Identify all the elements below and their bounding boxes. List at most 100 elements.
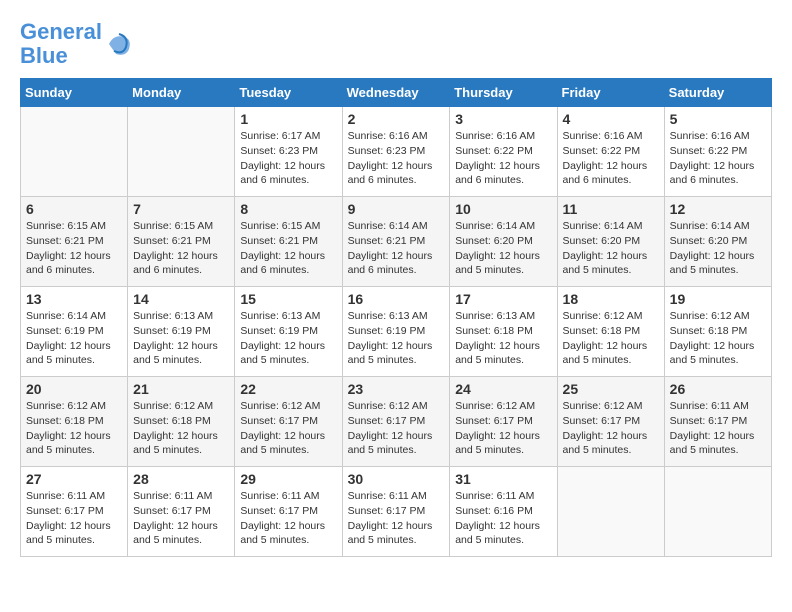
calendar-cell: 1 Sunrise: 6:17 AM Sunset: 6:23 PM Daylig…: [235, 107, 342, 197]
day-number: 18: [563, 291, 659, 307]
calendar-cell: 24 Sunrise: 6:12 AM Sunset: 6:17 PM Dayli…: [450, 377, 557, 467]
day-number: 22: [240, 381, 336, 397]
day-info: Sunrise: 6:13 AM Sunset: 6:18 PM Dayligh…: [455, 309, 551, 368]
weekday-header-row: SundayMondayTuesdayWednesdayThursdayFrid…: [21, 79, 772, 107]
day-info: Sunrise: 6:12 AM Sunset: 6:17 PM Dayligh…: [563, 399, 659, 458]
weekday-header-sunday: Sunday: [21, 79, 128, 107]
weekday-header-friday: Friday: [557, 79, 664, 107]
day-number: 2: [348, 111, 445, 127]
day-number: 12: [670, 201, 766, 217]
calendar-cell: 19 Sunrise: 6:12 AM Sunset: 6:18 PM Dayli…: [664, 287, 771, 377]
calendar-cell: 23Sunrise: 6:12 AM Sunset: 6:17 PM Dayli…: [342, 377, 450, 467]
calendar-cell: 29 Sunrise: 6:11 AM Sunset: 6:17 PM Dayli…: [235, 467, 342, 557]
calendar-cell: 5Sunrise: 6:16 AM Sunset: 6:22 PM Daylig…: [664, 107, 771, 197]
day-info: Sunrise: 6:11 AM Sunset: 6:17 PM Dayligh…: [670, 399, 766, 458]
logo-blue: Blue: [20, 43, 68, 68]
day-number: 31: [455, 471, 551, 487]
calendar-week-row: 6 Sunrise: 6:15 AM Sunset: 6:21 PM Daylig…: [21, 197, 772, 287]
day-number: 8: [240, 201, 336, 217]
day-info: Sunrise: 6:12 AM Sunset: 6:18 PM Dayligh…: [26, 399, 122, 458]
calendar-cell: 21 Sunrise: 6:12 AM Sunset: 6:18 PM Dayli…: [128, 377, 235, 467]
day-number: 24: [455, 381, 551, 397]
day-number: 13: [26, 291, 122, 307]
day-info: Sunrise: 6:12 AM Sunset: 6:18 PM Dayligh…: [133, 399, 229, 458]
day-number: 16: [348, 291, 445, 307]
day-number: 7: [133, 201, 229, 217]
calendar-cell: 28 Sunrise: 6:11 AM Sunset: 6:17 PM Dayli…: [128, 467, 235, 557]
calendar-cell: 31 Sunrise: 6:11 AM Sunset: 6:16 PM Dayli…: [450, 467, 557, 557]
day-info: Sunrise: 6:12 AM Sunset: 6:17 PM Dayligh…: [240, 399, 336, 458]
day-info: Sunrise: 6:16 AM Sunset: 6:22 PM Dayligh…: [455, 129, 551, 188]
day-info: Sunrise: 6:15 AM Sunset: 6:21 PM Dayligh…: [26, 219, 122, 278]
calendar-cell: [557, 467, 664, 557]
calendar-cell: 25Sunrise: 6:12 AM Sunset: 6:17 PM Dayli…: [557, 377, 664, 467]
calendar-cell: 27 Sunrise: 6:11 AM Sunset: 6:17 PM Dayli…: [21, 467, 128, 557]
day-info: Sunrise: 6:14 AM Sunset: 6:20 PM Dayligh…: [455, 219, 551, 278]
day-info: Sunrise: 6:12 AM Sunset: 6:18 PM Dayligh…: [670, 309, 766, 368]
calendar-cell: 13Sunrise: 6:14 AM Sunset: 6:19 PM Dayli…: [21, 287, 128, 377]
calendar-cell: 14 Sunrise: 6:13 AM Sunset: 6:19 PM Dayli…: [128, 287, 235, 377]
day-number: 20: [26, 381, 122, 397]
day-info: Sunrise: 6:11 AM Sunset: 6:17 PM Dayligh…: [26, 489, 122, 548]
day-info: Sunrise: 6:17 AM Sunset: 6:23 PM Dayligh…: [240, 129, 336, 188]
calendar-week-row: 27 Sunrise: 6:11 AM Sunset: 6:17 PM Dayli…: [21, 467, 772, 557]
day-number: 21: [133, 381, 229, 397]
calendar-cell: 11Sunrise: 6:14 AM Sunset: 6:20 PM Dayli…: [557, 197, 664, 287]
day-number: 28: [133, 471, 229, 487]
calendar-cell: 12 Sunrise: 6:14 AM Sunset: 6:20 PM Dayli…: [664, 197, 771, 287]
day-number: 19: [670, 291, 766, 307]
day-number: 17: [455, 291, 551, 307]
calendar-cell: 26 Sunrise: 6:11 AM Sunset: 6:17 PM Dayli…: [664, 377, 771, 467]
calendar-week-row: 20 Sunrise: 6:12 AM Sunset: 6:18 PM Dayli…: [21, 377, 772, 467]
calendar-cell: 8 Sunrise: 6:15 AM Sunset: 6:21 PM Daylig…: [235, 197, 342, 287]
day-info: Sunrise: 6:15 AM Sunset: 6:21 PM Dayligh…: [133, 219, 229, 278]
calendar-table: SundayMondayTuesdayWednesdayThursdayFrid…: [20, 78, 772, 557]
logo-icon: [104, 29, 134, 59]
calendar-cell: 9Sunrise: 6:14 AM Sunset: 6:21 PM Daylig…: [342, 197, 450, 287]
day-number: 3: [455, 111, 551, 127]
day-info: Sunrise: 6:14 AM Sunset: 6:20 PM Dayligh…: [670, 219, 766, 278]
day-number: 5: [670, 111, 766, 127]
calendar-cell: 10Sunrise: 6:14 AM Sunset: 6:20 PM Dayli…: [450, 197, 557, 287]
day-number: 4: [563, 111, 659, 127]
day-number: 30: [348, 471, 445, 487]
day-number: 27: [26, 471, 122, 487]
logo: General Blue: [20, 20, 134, 68]
calendar-cell: 7 Sunrise: 6:15 AM Sunset: 6:21 PM Daylig…: [128, 197, 235, 287]
day-info: Sunrise: 6:16 AM Sunset: 6:22 PM Dayligh…: [563, 129, 659, 188]
day-info: Sunrise: 6:13 AM Sunset: 6:19 PM Dayligh…: [348, 309, 445, 368]
day-number: 14: [133, 291, 229, 307]
calendar-cell: 17 Sunrise: 6:13 AM Sunset: 6:18 PM Dayli…: [450, 287, 557, 377]
day-number: 29: [240, 471, 336, 487]
day-info: Sunrise: 6:13 AM Sunset: 6:19 PM Dayligh…: [133, 309, 229, 368]
day-info: Sunrise: 6:16 AM Sunset: 6:23 PM Dayligh…: [348, 129, 445, 188]
day-info: Sunrise: 6:15 AM Sunset: 6:21 PM Dayligh…: [240, 219, 336, 278]
day-number: 26: [670, 381, 766, 397]
logo-text: General Blue: [20, 20, 102, 68]
calendar-cell: 18 Sunrise: 6:12 AM Sunset: 6:18 PM Dayli…: [557, 287, 664, 377]
day-info: Sunrise: 6:11 AM Sunset: 6:17 PM Dayligh…: [240, 489, 336, 548]
day-info: Sunrise: 6:11 AM Sunset: 6:16 PM Dayligh…: [455, 489, 551, 548]
weekday-header-monday: Monday: [128, 79, 235, 107]
calendar-cell: 2 Sunrise: 6:16 AM Sunset: 6:23 PM Daylig…: [342, 107, 450, 197]
day-number: 11: [563, 201, 659, 217]
day-number: 1: [240, 111, 336, 127]
weekday-header-tuesday: Tuesday: [235, 79, 342, 107]
calendar-cell: 3 Sunrise: 6:16 AM Sunset: 6:22 PM Daylig…: [450, 107, 557, 197]
day-number: 6: [26, 201, 122, 217]
calendar-cell: 16 Sunrise: 6:13 AM Sunset: 6:19 PM Dayli…: [342, 287, 450, 377]
day-info: Sunrise: 6:11 AM Sunset: 6:17 PM Dayligh…: [133, 489, 229, 548]
calendar-week-row: 1 Sunrise: 6:17 AM Sunset: 6:23 PM Daylig…: [21, 107, 772, 197]
calendar-cell: 20 Sunrise: 6:12 AM Sunset: 6:18 PM Dayli…: [21, 377, 128, 467]
day-number: 9: [348, 201, 445, 217]
calendar-cell: [664, 467, 771, 557]
logo-general: General: [20, 19, 102, 44]
weekday-header-saturday: Saturday: [664, 79, 771, 107]
weekday-header-thursday: Thursday: [450, 79, 557, 107]
calendar-cell: 4 Sunrise: 6:16 AM Sunset: 6:22 PM Daylig…: [557, 107, 664, 197]
day-info: Sunrise: 6:12 AM Sunset: 6:18 PM Dayligh…: [563, 309, 659, 368]
day-info: Sunrise: 6:12 AM Sunset: 6:17 PM Dayligh…: [455, 399, 551, 458]
day-number: 15: [240, 291, 336, 307]
calendar-cell: 15Sunrise: 6:13 AM Sunset: 6:19 PM Dayli…: [235, 287, 342, 377]
page-header: General Blue: [20, 20, 772, 68]
